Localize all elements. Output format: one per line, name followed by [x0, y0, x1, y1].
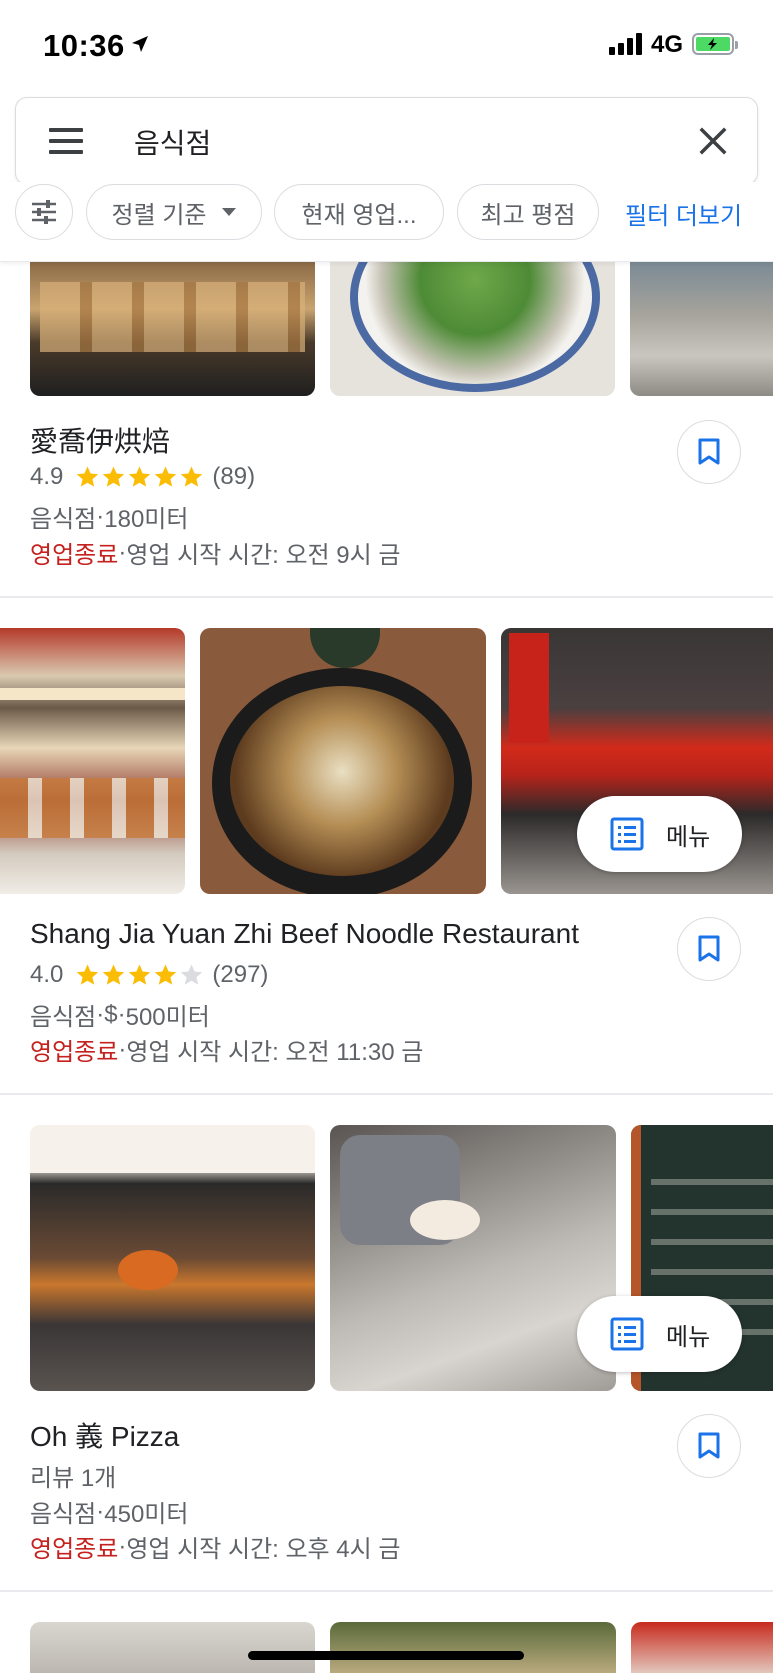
menu-button[interactable]: 메뉴: [577, 1296, 742, 1372]
star-icon: [129, 964, 151, 985]
search-box[interactable]: 음식점: [15, 97, 758, 185]
bookmark-icon: [698, 935, 720, 962]
menu-label: 메뉴: [666, 823, 711, 851]
result-1-meta-row: 음식점 · 180미터: [30, 499, 188, 534]
search-query[interactable]: 음식점: [134, 122, 211, 162]
opening-hours: 영업 시작 시간: 오전 11:30 금: [126, 1039, 424, 1066]
separator: ·: [118, 1532, 127, 1560]
bookmark-icon: [698, 1432, 720, 1459]
result-4-photo-1[interactable]: [30, 1622, 315, 1673]
battery-charging-icon: [692, 33, 738, 55]
open-now-chip[interactable]: 현재 영업...: [274, 184, 444, 240]
star-icon: [103, 466, 125, 487]
more-filters-link[interactable]: 필터 더보기: [625, 196, 742, 231]
distance: 180미터: [104, 506, 189, 533]
save-button[interactable]: [677, 1414, 741, 1478]
result-1-title[interactable]: 愛喬伊烘焙: [30, 420, 170, 460]
divider: [0, 1590, 773, 1592]
result-1-hours-row: 영업종료 · 영업 시작 시간: 오전 9시 금: [30, 535, 400, 570]
menu-list-icon: [610, 817, 644, 851]
food-counter-photo[interactable]: [0, 628, 185, 894]
category: 음식점: [30, 1004, 97, 1031]
bakery-display-photo[interactable]: [30, 262, 315, 396]
star-icon: [155, 964, 177, 985]
rating-value: 4.0: [30, 961, 64, 988]
top-rated-chip[interactable]: 최고 평점: [457, 184, 599, 240]
review-count: (297): [212, 961, 269, 988]
menu-button[interactable]: 메뉴: [577, 796, 742, 872]
hamburger-menu-icon[interactable]: [49, 128, 83, 154]
sort-chip[interactable]: 정렬 기준: [86, 184, 262, 240]
result-2-rating-row: 4.0 (297): [30, 961, 268, 989]
beef-noodle-bowl-photo[interactable]: [200, 628, 486, 894]
star-empty-icon: [181, 964, 203, 985]
separator: ·: [118, 538, 127, 566]
result-2-meta-row: 음식점 · $ · 500미터: [30, 997, 210, 1032]
save-button[interactable]: [677, 917, 741, 981]
result-2-photos[interactable]: 메뉴: [0, 628, 773, 894]
closed-status: 영업종료: [30, 1536, 119, 1563]
tune-icon: [32, 200, 56, 224]
result-1-photos[interactable]: [0, 262, 773, 396]
result-2-hours-row: 영업종료 · 영업 시작 시간: 오전 11:30 금: [30, 1032, 423, 1067]
result-4-photos[interactable]: [0, 1622, 773, 1673]
rating-value: 4.9: [30, 463, 64, 490]
divider: [0, 1093, 773, 1095]
pizza-stall-photo[interactable]: [30, 1125, 315, 1391]
result-3-title[interactable]: Oh 義 Pizza: [30, 1415, 179, 1455]
pizza-prep-photo[interactable]: [330, 1125, 616, 1391]
sort-chip-label: 정렬 기준: [111, 201, 207, 229]
separator: ·: [96, 1000, 105, 1028]
divider: [0, 596, 773, 598]
review-count: (89): [212, 463, 256, 490]
filter-settings-button[interactable]: [15, 184, 73, 240]
review-count: 리뷰 1개: [30, 1465, 117, 1492]
category: 음식점: [30, 1501, 97, 1528]
star-icon: [77, 964, 99, 985]
result-1-rating-row: 4.9 (89): [30, 463, 255, 491]
result-3-meta-row: 음식점 · 450미터: [30, 1494, 188, 1529]
separator: ·: [96, 1497, 105, 1525]
result-4-photo-3[interactable]: [631, 1622, 773, 1673]
opening-hours: 영업 시작 시간: 오전 9시 금: [126, 542, 401, 569]
filter-chips-bar: 정렬 기준 현재 영업... 최고 평점 필터 더보기: [0, 182, 773, 262]
separator: ·: [117, 1000, 126, 1028]
bookmark-icon: [698, 438, 720, 465]
close-icon[interactable]: [696, 124, 730, 158]
status-bar: 10:36 4G: [0, 0, 773, 92]
separator: ·: [118, 1035, 127, 1063]
distance: 450미터: [104, 1501, 189, 1528]
star-icon: [103, 964, 125, 985]
cellular-signal-icon: [609, 33, 642, 55]
result-2-title[interactable]: Shang Jia Yuan Zhi Beef Noodle Restauran…: [30, 918, 579, 950]
closed-status: 영업종료: [30, 1039, 119, 1066]
network-type: 4G: [651, 31, 684, 58]
price-level: $: [104, 1000, 118, 1028]
menu-list-icon: [610, 1317, 644, 1351]
result-4-photo-2[interactable]: [330, 1622, 616, 1673]
category: 음식점: [30, 506, 97, 533]
home-indicator: [248, 1651, 524, 1660]
status-time: 10:36: [43, 28, 125, 63]
star-icon: [129, 466, 151, 487]
location-arrow-icon: [132, 36, 148, 52]
street-photo[interactable]: [630, 262, 773, 396]
salad-plate-photo[interactable]: [330, 262, 615, 396]
result-3-photos[interactable]: 메뉴: [0, 1125, 773, 1391]
separator: ·: [96, 502, 105, 530]
save-button[interactable]: [677, 420, 741, 484]
closed-status: 영업종료: [30, 542, 119, 569]
result-3-hours-row: 영업종료 · 영업 시작 시간: 오후 4시 금: [30, 1529, 400, 1564]
result-3-review-row: 리뷰 1개: [30, 1458, 116, 1493]
star-icon: [155, 466, 177, 487]
star-rating: [75, 465, 204, 489]
menu-label: 메뉴: [666, 1323, 711, 1351]
star-rating: [75, 963, 204, 987]
distance: 500미터: [125, 1004, 210, 1031]
opening-hours: 영업 시작 시간: 오후 4시 금: [126, 1536, 401, 1563]
dropdown-triangle-icon: [221, 208, 236, 216]
star-icon: [181, 466, 203, 487]
star-icon: [77, 466, 99, 487]
